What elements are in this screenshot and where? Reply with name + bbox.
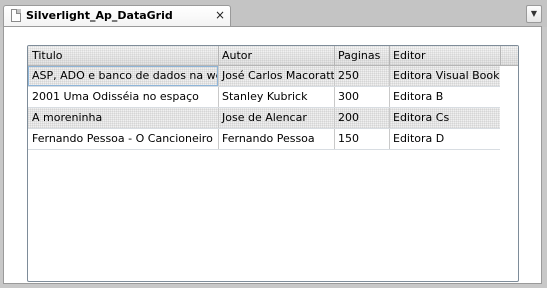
cell-titulo[interactable]: ASP, ADO e banco de dados na web [28,66,218,86]
cell-paginas[interactable]: 200 [334,108,389,128]
cell-divider [389,108,390,128]
cell-titulo[interactable]: 2001 Uma Odisséia no espaço [28,87,218,107]
cell-editor[interactable]: Editora D [389,129,500,149]
cell-titulo[interactable]: A moreninha [28,108,218,128]
column-divider[interactable] [334,46,335,65]
column-header-filler [500,46,518,65]
table-row[interactable]: ASP, ADO e banco de dados na web José Ca… [28,66,500,87]
cell-autor[interactable]: Fernando Pessoa [218,129,334,149]
cell-paginas[interactable]: 250 [334,66,389,86]
column-header-autor[interactable]: Autor [218,46,334,65]
cell-titulo[interactable]: Fernando Pessoa - O Cancioneiro [28,129,218,149]
table-row[interactable]: A moreninha Jose de Alencar 200 Editora … [28,108,500,129]
column-divider[interactable] [500,46,501,65]
cell-divider [334,66,335,86]
column-divider[interactable] [218,46,219,65]
grid-header: Titulo Autor Paginas Editor [28,46,518,66]
data-grid[interactable]: Titulo Autor Paginas Editor ASP, ADO e b… [27,45,519,282]
cell-divider [218,108,219,128]
chevron-down-icon: ▼ [530,9,538,18]
cell-autor[interactable]: Jose de Alencar [218,108,334,128]
cell-paginas[interactable]: 150 [334,129,389,149]
document-tab[interactable]: Silverlight_Ap_DataGrid × [3,5,231,27]
tab-title: Silverlight_Ap_DataGrid [26,9,173,22]
cell-divider [218,129,219,149]
cell-divider [334,87,335,107]
cell-editor[interactable]: Editora Visual Books [389,66,500,86]
table-row[interactable]: Fernando Pessoa - O Cancioneiro Fernando… [28,129,500,150]
cell-divider [218,87,219,107]
cell-autor[interactable]: Stanley Kubrick [218,87,334,107]
cell-divider [218,66,219,86]
document-icon [11,9,21,22]
cell-divider [334,129,335,149]
cell-editor[interactable]: Editora Cs [389,108,500,128]
column-header-titulo[interactable]: Titulo [28,46,218,65]
column-divider[interactable] [389,46,390,65]
cell-editor[interactable]: Editora B [389,87,500,107]
cell-divider [334,108,335,128]
tab-menu-dropdown-button[interactable]: ▼ [526,5,542,23]
cell-autor[interactable]: José Carlos Macoratti [218,66,334,86]
table-row[interactable]: 2001 Uma Odisséia no espaço Stanley Kubr… [28,87,500,108]
cell-divider [389,66,390,86]
cell-paginas[interactable]: 300 [334,87,389,107]
page-content: Titulo Autor Paginas Editor ASP, ADO e b… [3,26,542,284]
column-header-editor[interactable]: Editor [389,46,500,65]
tab-strip: Silverlight_Ap_DataGrid × ▼ [0,0,547,27]
column-header-paginas[interactable]: Paginas [334,46,389,65]
close-icon[interactable]: × [215,8,225,22]
cell-divider [389,87,390,107]
cell-divider [389,129,390,149]
